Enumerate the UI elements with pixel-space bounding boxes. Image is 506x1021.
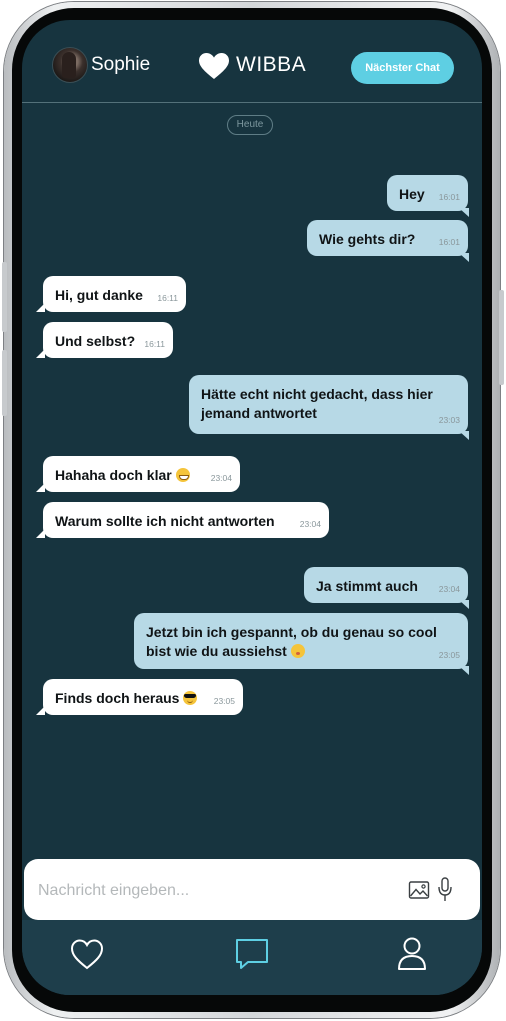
sunglasses-face-icon <box>183 691 198 705</box>
message-text: jemand antwortet <box>201 405 317 421</box>
phone-side-button <box>2 262 7 332</box>
contact-name[interactable]: Sophie <box>91 54 150 76</box>
message-input[interactable] <box>36 859 400 922</box>
brand-name: WIBBA <box>236 53 307 76</box>
kissing-wink-face-icon <box>290 644 305 658</box>
message-text: Ja stimmt auch <box>316 578 418 594</box>
message-time: 23:04 <box>299 519 321 529</box>
image-attach-icon[interactable] <box>408 879 430 901</box>
heart-icon[interactable] <box>69 935 105 973</box>
message-time: 23:05 <box>438 650 460 660</box>
next-chat-button[interactable]: Nächster Chat <box>351 52 454 84</box>
message-bubble-outgoing[interactable]: Hätte echt nicht gedacht, dass hier jema… <box>189 375 469 440</box>
message-time: 16:11 <box>144 339 165 349</box>
message-bubble-outgoing[interactable]: Wie gehts dir? 16:01 <box>307 220 469 262</box>
message-text: bist wie du aussiehst <box>146 643 287 659</box>
message-time: 16:01 <box>438 237 460 247</box>
chat-icon[interactable] <box>234 935 270 973</box>
message-text: Hey <box>399 186 425 202</box>
heart-logo-icon <box>199 53 229 79</box>
profile-icon[interactable] <box>394 935 430 973</box>
message-text: Hi, gut danke <box>55 287 143 303</box>
message-bubble-incoming[interactable]: Und selbst? 16:11 <box>36 322 173 358</box>
message-time: 16:01 <box>438 192 460 202</box>
app-screen: Sophie WIBBA Nächster Chat Heute Hey 16:… <box>22 20 482 995</box>
avatar[interactable] <box>52 47 88 83</box>
phone-side-button <box>499 290 504 385</box>
message-text: Und selbst? <box>55 333 136 349</box>
message-text: Warum sollte ich nicht antworten <box>55 513 275 529</box>
message-time: 23:04 <box>210 473 232 483</box>
chat-header: Sophie WIBBA Nächster Chat <box>22 20 482 103</box>
message-text: Hahaha doch klar <box>55 467 172 483</box>
message-composer <box>24 859 480 922</box>
message-bubble-incoming[interactable]: Hahaha doch klar 23:04 <box>36 456 240 492</box>
message-time: 23:05 <box>213 696 235 706</box>
date-divider: Heute <box>227 115 273 135</box>
message-bubble-incoming[interactable]: Finds doch heraus 23:05 <box>36 679 243 715</box>
message-bubble-incoming[interactable]: Hi, gut danke 16:11 <box>36 276 186 312</box>
bottom-navigation <box>22 920 482 995</box>
microphone-icon[interactable] <box>437 877 453 903</box>
message-time: 23:03 <box>438 415 460 425</box>
message-text: Jetzt bin ich gespannt, ob du genau so c… <box>146 624 437 640</box>
message-time: 23:04 <box>438 584 460 594</box>
message-bubble-outgoing[interactable]: Jetzt bin ich gespannt, ob du genau so c… <box>134 613 469 675</box>
message-text: Hätte echt nicht gedacht, dass hier <box>201 386 433 402</box>
message-bubble-incoming[interactable]: Warum sollte ich nicht antworten 23:04 <box>36 502 329 538</box>
message-time: 16:11 <box>157 293 178 303</box>
message-bubble-outgoing[interactable]: Ja stimmt auch 23:04 <box>304 567 469 609</box>
phone-side-button <box>2 350 7 416</box>
message-text: Finds doch heraus <box>55 690 180 706</box>
grinning-face-icon <box>175 468 190 482</box>
message-text: Wie gehts dir? <box>319 231 416 247</box>
message-bubble-outgoing[interactable]: Hey 16:01 <box>387 175 469 217</box>
